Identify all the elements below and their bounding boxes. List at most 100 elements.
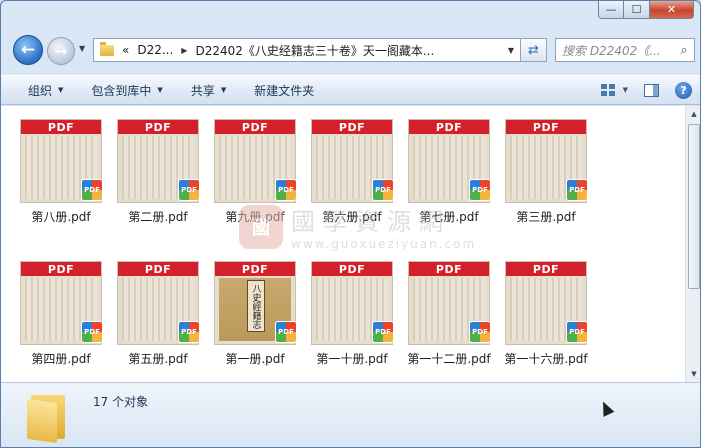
pdf-band: PDF (312, 262, 392, 276)
share-menu[interactable]: 共享 ▼ (177, 76, 240, 104)
pdf-band: PDF (215, 120, 295, 134)
preview-pane-button[interactable] (636, 76, 667, 104)
pdf-file-icon: PDF (178, 179, 200, 201)
pdf-band: PDF (118, 120, 198, 134)
pdf-band: PDF (409, 262, 489, 276)
file-name: 第八册.pdf (31, 210, 91, 224)
pdf-file-icon: PDF (275, 179, 297, 201)
pdf-file-icon: PDF (566, 179, 588, 201)
pdf-file-icon: PDF (372, 179, 394, 201)
file-name: 第四册.pdf (31, 352, 91, 366)
minimize-button[interactable]: — (598, 1, 624, 19)
scroll-up-icon[interactable]: ▲ (686, 106, 700, 122)
watermark-url: www.guoxueziyuan.com (291, 237, 477, 251)
pdf-file-icon: PDF (372, 321, 394, 343)
view-grid-icon (600, 84, 615, 96)
pdf-file-icon: PDF (81, 321, 103, 343)
search-input[interactable]: 搜索 D22402《... (562, 42, 674, 59)
address-bar[interactable]: « D22... ▶ D22402《八史经籍志三十卷》天一阁藏本... ▼ (93, 38, 521, 62)
view-controls: ▼ ? (593, 76, 700, 104)
chevron-down-icon: ▼ (220, 86, 227, 94)
scroll-thumb[interactable] (688, 124, 700, 289)
pdf-file-icon: PDF (178, 321, 200, 343)
command-bar: 组织 ▼ 包含到库中 ▼ 共享 ▼ 新建文件夹 ▼ ? (1, 75, 700, 105)
breadcrumb-current[interactable]: D22402《八史经籍志三十卷》天一阁藏本... (195, 42, 434, 59)
refresh-button[interactable]: ⇄ (521, 38, 547, 62)
mouse-cursor-icon (597, 399, 615, 417)
pdf-band: PDF (409, 120, 489, 134)
pdf-band: PDF (506, 262, 586, 276)
preview-pane-icon (644, 83, 659, 97)
chevron-down-icon: ▼ (622, 86, 628, 94)
search-icon[interactable]: ⌕ (674, 43, 694, 58)
file-name: 第五册.pdf (128, 352, 188, 366)
folder-icon (27, 391, 69, 444)
file-list-pane[interactable]: PDFPDF第八册.pdfPDFPDF第二册.pdfPDFPDF第九册.pdfP… (1, 106, 700, 382)
file-name: 第一十二册.pdf (407, 352, 491, 366)
pdf-band: PDF (215, 262, 295, 276)
caption-buttons: — ☐ ✕ (598, 1, 694, 21)
file-item[interactable]: PDF PDF 第八册.pdf (15, 106, 107, 224)
file-item[interactable]: PDF PDF 第五册.pdf (112, 248, 204, 366)
address-dropdown-icon[interactable]: ▼ (508, 46, 514, 55)
new-folder-label: 新建文件夹 (254, 83, 315, 98)
change-view-button[interactable]: ▼ (593, 76, 636, 104)
file-item[interactable]: PDF PDF 第四册.pdf (15, 248, 107, 366)
file-item[interactable]: PDF PDF 第一十二册.pdf (403, 248, 495, 366)
vertical-scrollbar[interactable]: ▲ ▼ (685, 106, 700, 382)
refresh-icon: ⇄ (528, 42, 539, 58)
pdf-file-icon: PDF (566, 321, 588, 343)
back-arrow-icon: ← (20, 40, 36, 60)
search-box[interactable]: 搜索 D22402《... ⌕ (555, 38, 695, 62)
back-button[interactable]: ← (13, 35, 43, 65)
watermark: 國 國學資源網 www.guoxueziyuan.com (239, 202, 476, 251)
include-library-label: 包含到库中 (91, 83, 152, 98)
pdf-file-icon: PDF (469, 321, 491, 343)
recent-pages-dropdown[interactable]: ▼ (79, 44, 85, 53)
file-name: 第一册.pdf (225, 352, 285, 366)
forward-button[interactable]: → (47, 37, 75, 65)
pdf-band: PDF (312, 120, 392, 134)
item-count: 17 个对象 (93, 395, 149, 409)
help-icon: ? (675, 81, 692, 99)
file-item[interactable]: PDF PDF 第三册.pdf (500, 106, 592, 224)
pdf-band: PDF (118, 262, 198, 276)
pdf-band: PDF (506, 120, 586, 134)
share-label: 共享 (190, 83, 215, 98)
scroll-down-icon[interactable]: ▼ (686, 366, 700, 382)
organize-label: 组织 (28, 83, 53, 98)
cover-title: 八史經籍志 (247, 280, 265, 332)
file-name: 第一十六册.pdf (504, 352, 588, 366)
pdf-file-icon: PDF (275, 321, 297, 343)
pdf-file-icon: PDF (81, 179, 103, 201)
organize-menu[interactable]: 组织 ▼ (1, 76, 77, 104)
file-item[interactable]: PDF PDF 第一十六册.pdf (500, 248, 592, 366)
breadcrumb-parent[interactable]: D22... (137, 43, 173, 57)
pdf-band: PDF (21, 262, 101, 276)
watermark-text: 國學資源網 www.guoxueziyuan.com (291, 202, 476, 251)
details-pane: 17 个对象 (1, 382, 700, 447)
pdf-file-icon: PDF (469, 179, 491, 201)
help-button[interactable]: ? (667, 76, 700, 104)
watermark-seal: 國 (239, 204, 283, 249)
file-item[interactable]: PDF PDF 第二册.pdf (112, 106, 204, 224)
file-item[interactable]: PDF PDF 第一十册.pdf (306, 248, 398, 366)
forward-arrow-icon: → (54, 42, 68, 60)
watermark-cn: 國學資源網 (291, 208, 451, 236)
file-name: 第二册.pdf (128, 210, 188, 224)
chevron-down-icon: ▼ (58, 86, 64, 94)
file-item[interactable]: 八史經籍志 PDF PDF 第一册.pdf (209, 248, 301, 366)
chevron-down-icon: ▼ (157, 86, 163, 94)
maximize-button[interactable]: ☐ (624, 1, 650, 19)
folder-icon (100, 41, 114, 56)
navigation-bar: ← → ▼ « D22... ▶ D22402《八史经籍志三十卷》天一阁藏本..… (1, 31, 700, 67)
include-in-library-menu[interactable]: 包含到库中 ▼ (77, 76, 176, 104)
new-folder-button[interactable]: 新建文件夹 (240, 76, 328, 104)
file-name: 第三册.pdf (516, 210, 576, 224)
explorer-window: — ☐ ✕ ← → ▼ « D22... ▶ D22402《八史经籍志三十卷》天… (0, 0, 701, 448)
close-button[interactable]: ✕ (650, 1, 694, 19)
pdf-band: PDF (21, 120, 101, 134)
file-name: 第一十册.pdf (316, 352, 388, 366)
address-overflow[interactable]: « (122, 43, 129, 57)
breadcrumb-chevron-icon[interactable]: ▶ (181, 46, 187, 55)
